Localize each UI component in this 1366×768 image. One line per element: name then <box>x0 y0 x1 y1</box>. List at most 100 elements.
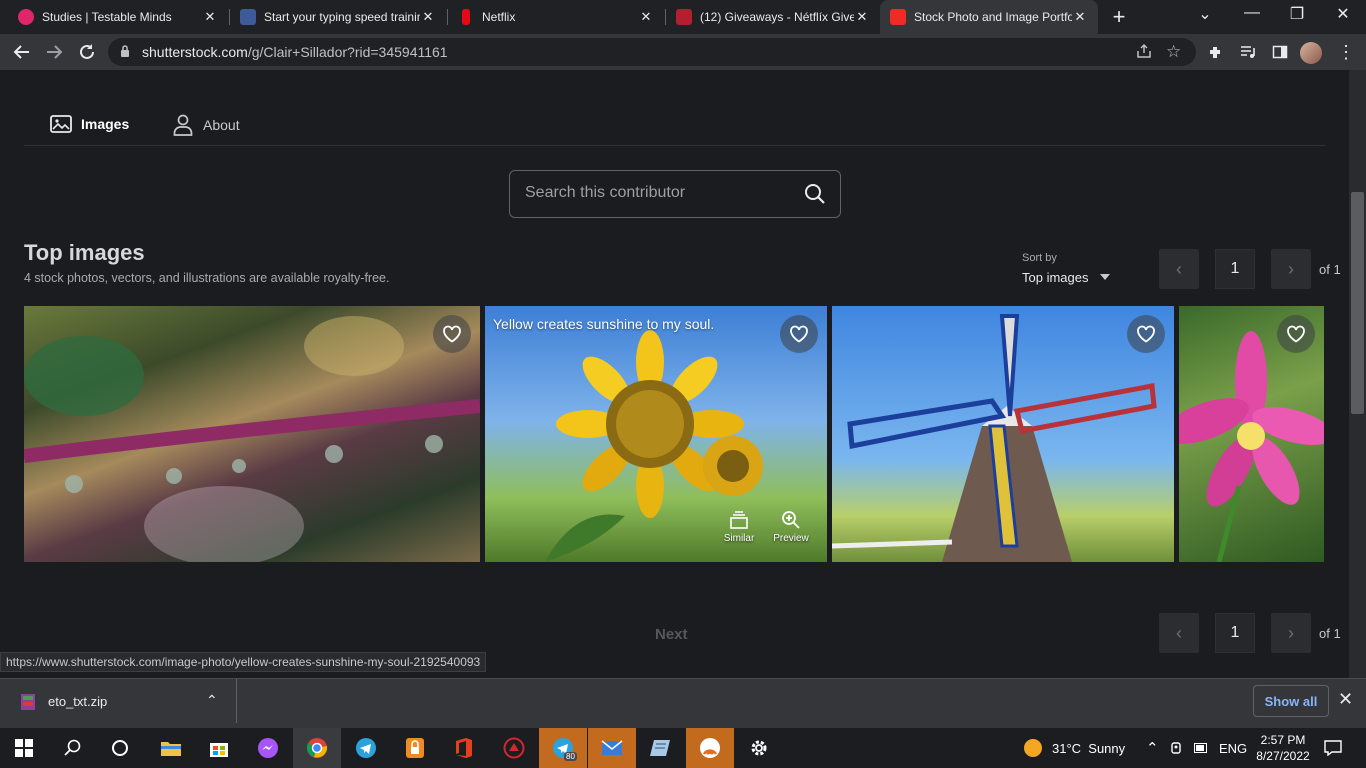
sort-label: Sort by <box>1022 252 1057 264</box>
tab-shutterstock[interactable]: Stock Photo and Image Portfo ✕ <box>880 0 1098 34</box>
similar-icon <box>730 511 748 529</box>
media-controls-icon[interactable] <box>1236 40 1260 64</box>
maximize-icon[interactable]: ❐ <box>1287 4 1307 24</box>
close-shelf-icon[interactable]: ✕ <box>1338 689 1353 710</box>
next-page-link[interactable]: Next <box>655 626 688 643</box>
profile-avatar[interactable] <box>1300 42 1322 64</box>
tab-strip: Studies | Testable Minds ✕ Start your ty… <box>0 0 1366 34</box>
image-tile-windmill[interactable] <box>832 306 1174 562</box>
game-launcher-icon[interactable] <box>490 728 538 768</box>
tab-close-icon[interactable]: ✕ <box>1072 9 1088 25</box>
tab-close-icon[interactable]: ✕ <box>202 9 218 25</box>
nav-about-link[interactable]: About <box>173 114 240 136</box>
flame-app-icon[interactable] <box>686 728 734 768</box>
language-indicator[interactable]: ENG <box>1219 728 1247 768</box>
prev-page-button[interactable]: ‹ <box>1159 249 1199 289</box>
page-number-input[interactable]: 1 <box>1215 613 1255 653</box>
side-panel-icon[interactable] <box>1268 40 1292 64</box>
tab-search-chevron-icon[interactable]: ⌄ <box>1195 4 1215 24</box>
tray-overflow-chevron-icon[interactable]: ⌃ <box>1146 728 1159 768</box>
sort-caret-icon[interactable] <box>1100 274 1110 280</box>
back-icon[interactable] <box>10 40 34 64</box>
minimize-icon[interactable]: — <box>1242 4 1262 22</box>
tab-close-icon[interactable]: ✕ <box>854 9 870 25</box>
office-icon[interactable] <box>440 728 488 768</box>
browser-toolbar: shutterstock.com/g/Clair+Sillador?rid=34… <box>0 34 1366 70</box>
cortana-icon[interactable] <box>96 728 144 768</box>
favorite-heart-button[interactable] <box>780 315 818 353</box>
favorite-heart-button[interactable] <box>433 315 471 353</box>
image-tile-water-drops[interactable] <box>24 306 480 562</box>
nav-images-label: Images <box>81 116 130 132</box>
download-file-name[interactable]: eto_txt.zip <box>48 694 107 709</box>
tab-close-icon[interactable]: ✕ <box>420 9 436 25</box>
contributor-search <box>509 170 841 218</box>
meet-now-icon[interactable] <box>1170 728 1184 768</box>
microsoft-store-icon[interactable] <box>195 728 243 768</box>
tab-title: Stock Photo and Image Portfo <box>914 10 1072 24</box>
prev-page-button[interactable]: ‹ <box>1159 613 1199 653</box>
sort-dropdown[interactable]: Top images <box>1022 270 1088 285</box>
address-bar[interactable]: shutterstock.com/g/Clair+Sillador?rid=34… <box>108 38 1196 66</box>
extensions-icon[interactable] <box>1204 40 1228 64</box>
show-all-downloads-button[interactable]: Show all <box>1253 685 1329 717</box>
forward-icon[interactable] <box>42 40 66 64</box>
heart-icon <box>443 325 461 343</box>
favorite-heart-button[interactable] <box>1277 315 1315 353</box>
telegram-badge-icon[interactable]: 80 <box>539 728 587 768</box>
taskbar-search-icon[interactable] <box>48 728 96 768</box>
giveaways-favicon-icon <box>676 9 692 25</box>
next-page-button[interactable]: › <box>1271 613 1311 653</box>
page-content: Images About Top images 4 stock photos, … <box>0 70 1366 678</box>
tab-netflix[interactable]: Netflix ✕ <box>448 0 664 34</box>
nav-images-link[interactable]: Images <box>50 115 129 133</box>
page-number-input[interactable]: 1 <box>1215 249 1255 289</box>
share-icon[interactable] <box>1136 43 1152 64</box>
image-tile-sunflower[interactable]: Yellow creates sunshine to my soul. Simi… <box>485 306 827 562</box>
messenger-icon[interactable] <box>244 728 292 768</box>
tab-typing-speed[interactable]: Start your typing speed training ✕ <box>230 0 446 34</box>
download-shelf: eto_txt.zip ⌃ Show all ✕ <box>0 678 1366 728</box>
bookmark-star-icon[interactable]: ☆ <box>1166 42 1181 62</box>
image-tile-pink-flower[interactable] <box>1179 306 1324 562</box>
battery-icon[interactable] <box>1194 728 1208 768</box>
tab-testable-minds[interactable]: Studies | Testable Minds ✕ <box>8 0 228 34</box>
mail-icon[interactable] <box>588 728 636 768</box>
new-tab-icon[interactable]: + <box>1108 4 1130 30</box>
chrome-icon[interactable] <box>293 728 341 768</box>
notifications-icon[interactable] <box>1324 728 1342 768</box>
section-subtitle: 4 stock photos, vectors, and illustratio… <box>24 271 390 285</box>
download-options-chevron-icon[interactable]: ⌃ <box>206 692 218 709</box>
notes-app-icon[interactable] <box>637 728 685 768</box>
tab-giveaways[interactable]: (12) Giveaways - Nétflíx Give ✕ <box>666 0 880 34</box>
chevron-right-icon: › <box>1288 622 1294 643</box>
search-icon[interactable] <box>804 183 826 205</box>
preview-button[interactable]: Preview <box>771 510 811 544</box>
image-icon <box>50 115 72 133</box>
tab-title: (12) Giveaways - Nétflíx Give <box>700 10 854 24</box>
clock-time: 2:57 PM <box>1260 733 1306 747</box>
reload-icon[interactable] <box>75 40 99 64</box>
windows-taskbar: 80 31°C Sunny ⌃ ENG 2:57 PM 8/27/2022 <box>0 728 1366 768</box>
chevron-left-icon: ‹ <box>1176 258 1182 279</box>
file-explorer-icon[interactable] <box>147 728 195 768</box>
telegram-icon[interactable] <box>342 728 390 768</box>
similar-button[interactable]: Similar <box>719 510 759 544</box>
next-page-button[interactable]: › <box>1271 249 1311 289</box>
settings-gear-icon[interactable] <box>735 728 783 768</box>
weather-widget[interactable]: 31°C Sunny <box>1024 728 1125 768</box>
tab-close-icon[interactable]: ✕ <box>638 9 654 25</box>
heart-icon <box>1137 325 1155 343</box>
scrollbar-thumb[interactable] <box>1351 192 1364 414</box>
vpn-lock-icon[interactable] <box>391 728 439 768</box>
shelf-divider <box>236 679 237 723</box>
search-input[interactable] <box>525 184 795 202</box>
windows-start-icon[interactable] <box>0 728 48 768</box>
window-close-icon[interactable]: ✕ <box>1333 4 1353 24</box>
clock[interactable]: 2:57 PM 8/27/2022 <box>1255 728 1311 768</box>
person-icon <box>173 114 193 136</box>
menu-kebab-icon[interactable]: ⋮ <box>1334 40 1358 64</box>
favorite-heart-button[interactable] <box>1127 315 1165 353</box>
netflix-favicon-icon <box>462 9 470 25</box>
heart-icon <box>1287 325 1305 343</box>
